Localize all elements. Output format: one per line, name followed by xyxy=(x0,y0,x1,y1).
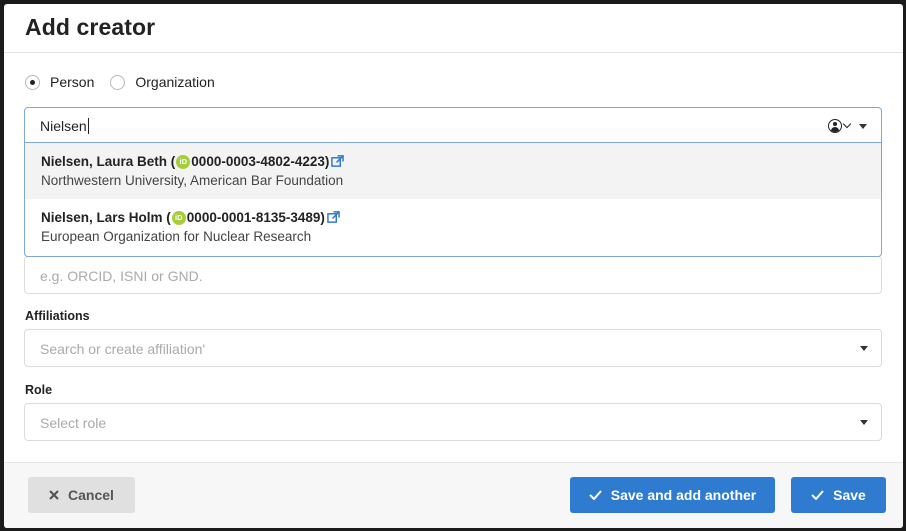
checkmark-icon xyxy=(811,490,824,500)
text-cursor xyxy=(87,118,89,134)
orcid-icon: iD xyxy=(171,210,186,225)
save-button-label: Save xyxy=(833,487,866,503)
role-dropdown[interactable]: Select role xyxy=(24,403,882,441)
search-dropdown-arrow-icon[interactable] xyxy=(859,124,867,129)
result-affiliation: Northwestern University, American Bar Fo… xyxy=(41,173,344,188)
result-name-suffix: ) xyxy=(320,210,325,225)
external-link-icon[interactable] xyxy=(331,155,345,168)
person-search-icon[interactable] xyxy=(828,119,842,133)
modal-body: Person Organization e.g. ORCID, ISNI or … xyxy=(4,53,903,462)
result-name-suffix: ) xyxy=(324,154,330,169)
close-icon xyxy=(49,490,59,500)
radio-person[interactable] xyxy=(25,74,40,90)
result-orcid: 0000-0001-8135-3489 xyxy=(186,210,321,225)
identifiers-placeholder: e.g. ORCID, ISNI or GND. xyxy=(40,268,203,284)
creator-search-value[interactable]: Nielsen xyxy=(40,118,87,134)
external-link-icon[interactable] xyxy=(327,211,340,224)
result-affiliation: European Organization for Nuclear Resear… xyxy=(41,229,312,244)
search-results-list: Nielsen, Laura Beth ( iD 0000-0003-4802-… xyxy=(24,143,882,257)
creator-search-input[interactable]: Nielsen xyxy=(24,107,882,143)
affiliations-placeholder: Search or create affiliation' xyxy=(40,341,206,357)
cancel-button[interactable]: Cancel xyxy=(28,477,135,513)
result-name: Nielsen, Lars Holm ( xyxy=(41,210,171,225)
result-name: Nielsen, Laura Beth ( xyxy=(41,154,176,169)
cancel-button-label: Cancel xyxy=(68,487,114,503)
result-orcid: 0000-0003-4802-4223 xyxy=(191,154,325,169)
add-creator-modal: Add creator Person Organization e.g. ORC… xyxy=(4,4,903,528)
affiliations-label: Affiliations xyxy=(25,309,90,323)
chevron-down-icon[interactable] xyxy=(842,119,852,129)
identifiers-input[interactable]: e.g. ORCID, ISNI or GND. xyxy=(24,256,882,294)
modal-title: Add creator xyxy=(25,14,156,40)
role-dropdown-arrow-icon[interactable] xyxy=(860,420,868,425)
save-button[interactable]: Save xyxy=(791,477,886,513)
affiliations-dropdown[interactable]: Search or create affiliation' xyxy=(24,329,882,367)
search-result-item[interactable]: Nielsen, Laura Beth ( iD 0000-0003-4802-… xyxy=(25,143,881,199)
role-label: Role xyxy=(25,383,53,397)
radio-person-label[interactable]: Person xyxy=(50,74,94,90)
creator-type-radio-group: Person Organization xyxy=(25,74,231,90)
save-and-add-another-button[interactable]: Save and add another xyxy=(570,477,775,513)
radio-organization[interactable] xyxy=(110,74,126,90)
orcid-icon: iD xyxy=(176,154,191,169)
modal-header: Add creator xyxy=(4,4,903,53)
checkmark-icon xyxy=(589,490,602,500)
radio-organization-label[interactable]: Organization xyxy=(135,74,214,90)
affiliations-dropdown-arrow-icon[interactable] xyxy=(860,346,868,351)
search-result-item[interactable]: Nielsen, Lars Holm ( iD 0000-0001-8135-3… xyxy=(25,199,881,255)
save-and-add-another-label: Save and add another xyxy=(610,487,757,503)
modal-footer: Cancel Save and add another Save xyxy=(4,462,903,528)
role-placeholder: Select role xyxy=(40,415,107,431)
